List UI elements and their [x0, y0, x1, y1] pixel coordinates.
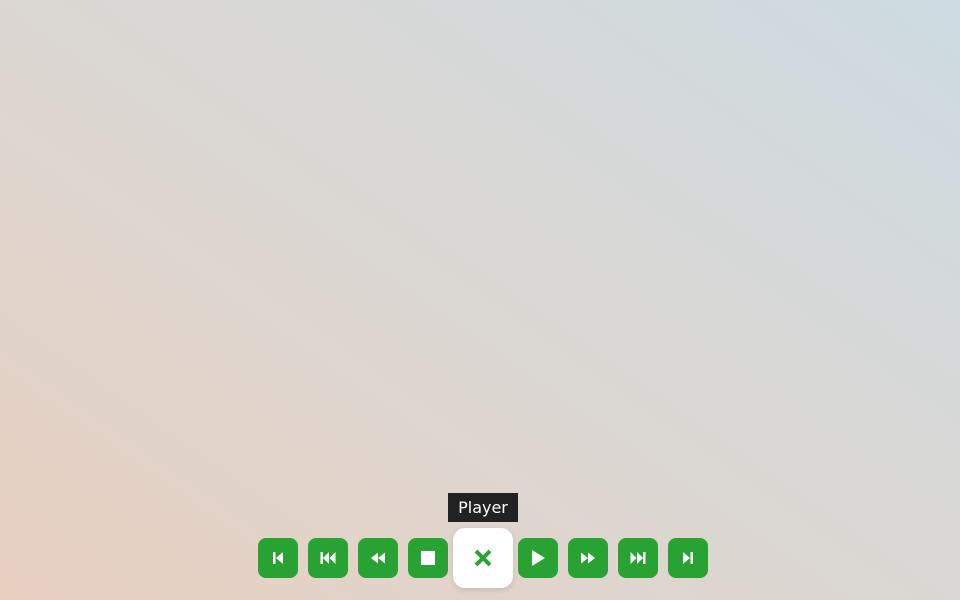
skip-forward-icon [630, 552, 646, 564]
skip-back-button[interactable] [308, 538, 348, 578]
skip-to-start-icon [273, 552, 283, 564]
skip-forward-button[interactable] [618, 538, 658, 578]
player-tooltip: Player [448, 493, 518, 522]
play-icon [532, 550, 545, 566]
fast-forward-icon [581, 552, 595, 564]
stop-icon [421, 551, 435, 565]
close-player-button[interactable] [453, 528, 513, 588]
close-icon [474, 549, 492, 567]
skip-to-end-button[interactable] [668, 538, 708, 578]
stop-button[interactable] [408, 538, 448, 578]
skip-back-icon [320, 552, 336, 564]
skip-to-end-icon [683, 552, 693, 564]
rewind-icon [371, 552, 385, 564]
rewind-button[interactable] [358, 538, 398, 578]
skip-to-start-button[interactable] [258, 538, 298, 578]
fast-forward-button[interactable] [568, 538, 608, 578]
play-button[interactable] [518, 538, 558, 578]
